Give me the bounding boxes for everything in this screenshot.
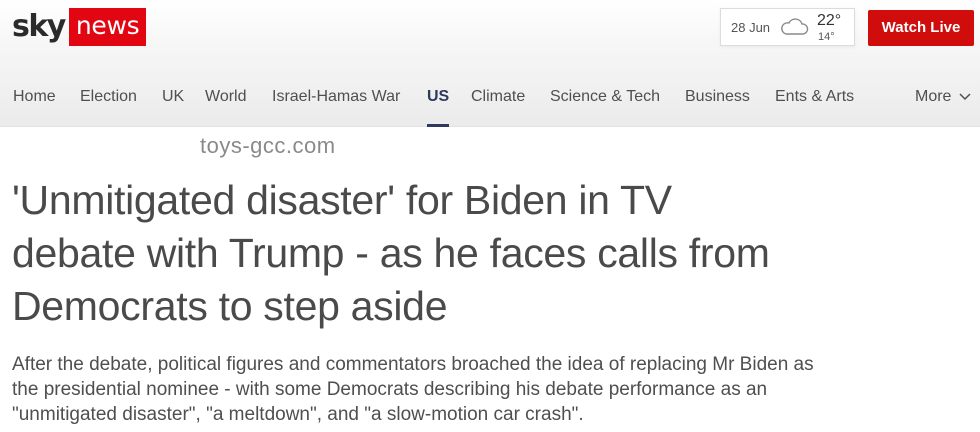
active-nav-indicator [427,124,449,127]
nav-item-israel-hamas-war[interactable]: Israel-Hamas War [272,88,400,106]
nav-item-election[interactable]: Election [80,88,137,106]
weather-date: 28 Jun [731,20,771,35]
nav-more-label: More [915,88,952,105]
main-nav: Home Election UK World Israel-Hamas War … [0,76,980,127]
nav-item-climate[interactable]: Climate [471,88,525,106]
cloud-icon [781,18,809,35]
nav-item-world[interactable]: World [205,88,247,106]
watch-live-button[interactable]: Watch Live [868,10,974,46]
logo-sky-text: sky [12,9,66,44]
nav-item-science-tech[interactable]: Science & Tech [550,88,660,106]
watermark-text: toys-gcc.com [200,133,336,158]
nav-item-business[interactable]: Business [685,88,750,106]
chevron-down-icon [959,93,971,100]
nav-item-home[interactable]: Home [13,88,56,106]
nav-item-uk[interactable]: UK [162,88,184,106]
weather-high-temp: 22° [817,12,842,29]
logo-news-text: news [68,8,147,46]
sky-news-logo[interactable]: sky news [12,8,147,46]
article-standfirst: After the debate, political figures and … [12,354,814,425]
nav-item-us[interactable]: US [427,88,449,106]
weather-low-temp: 14° [818,31,835,43]
weather-widget[interactable]: 28 Jun 22° 14° [720,8,855,46]
nav-item-ents-arts[interactable]: Ents & Arts [775,88,854,106]
nav-more-button[interactable]: More [915,88,971,106]
site-header: sky news 28 Jun 22° 14° Watch Live Home … [0,0,980,127]
article-headline: 'Unmitigated disaster' for Biden in TV d… [12,177,770,329]
